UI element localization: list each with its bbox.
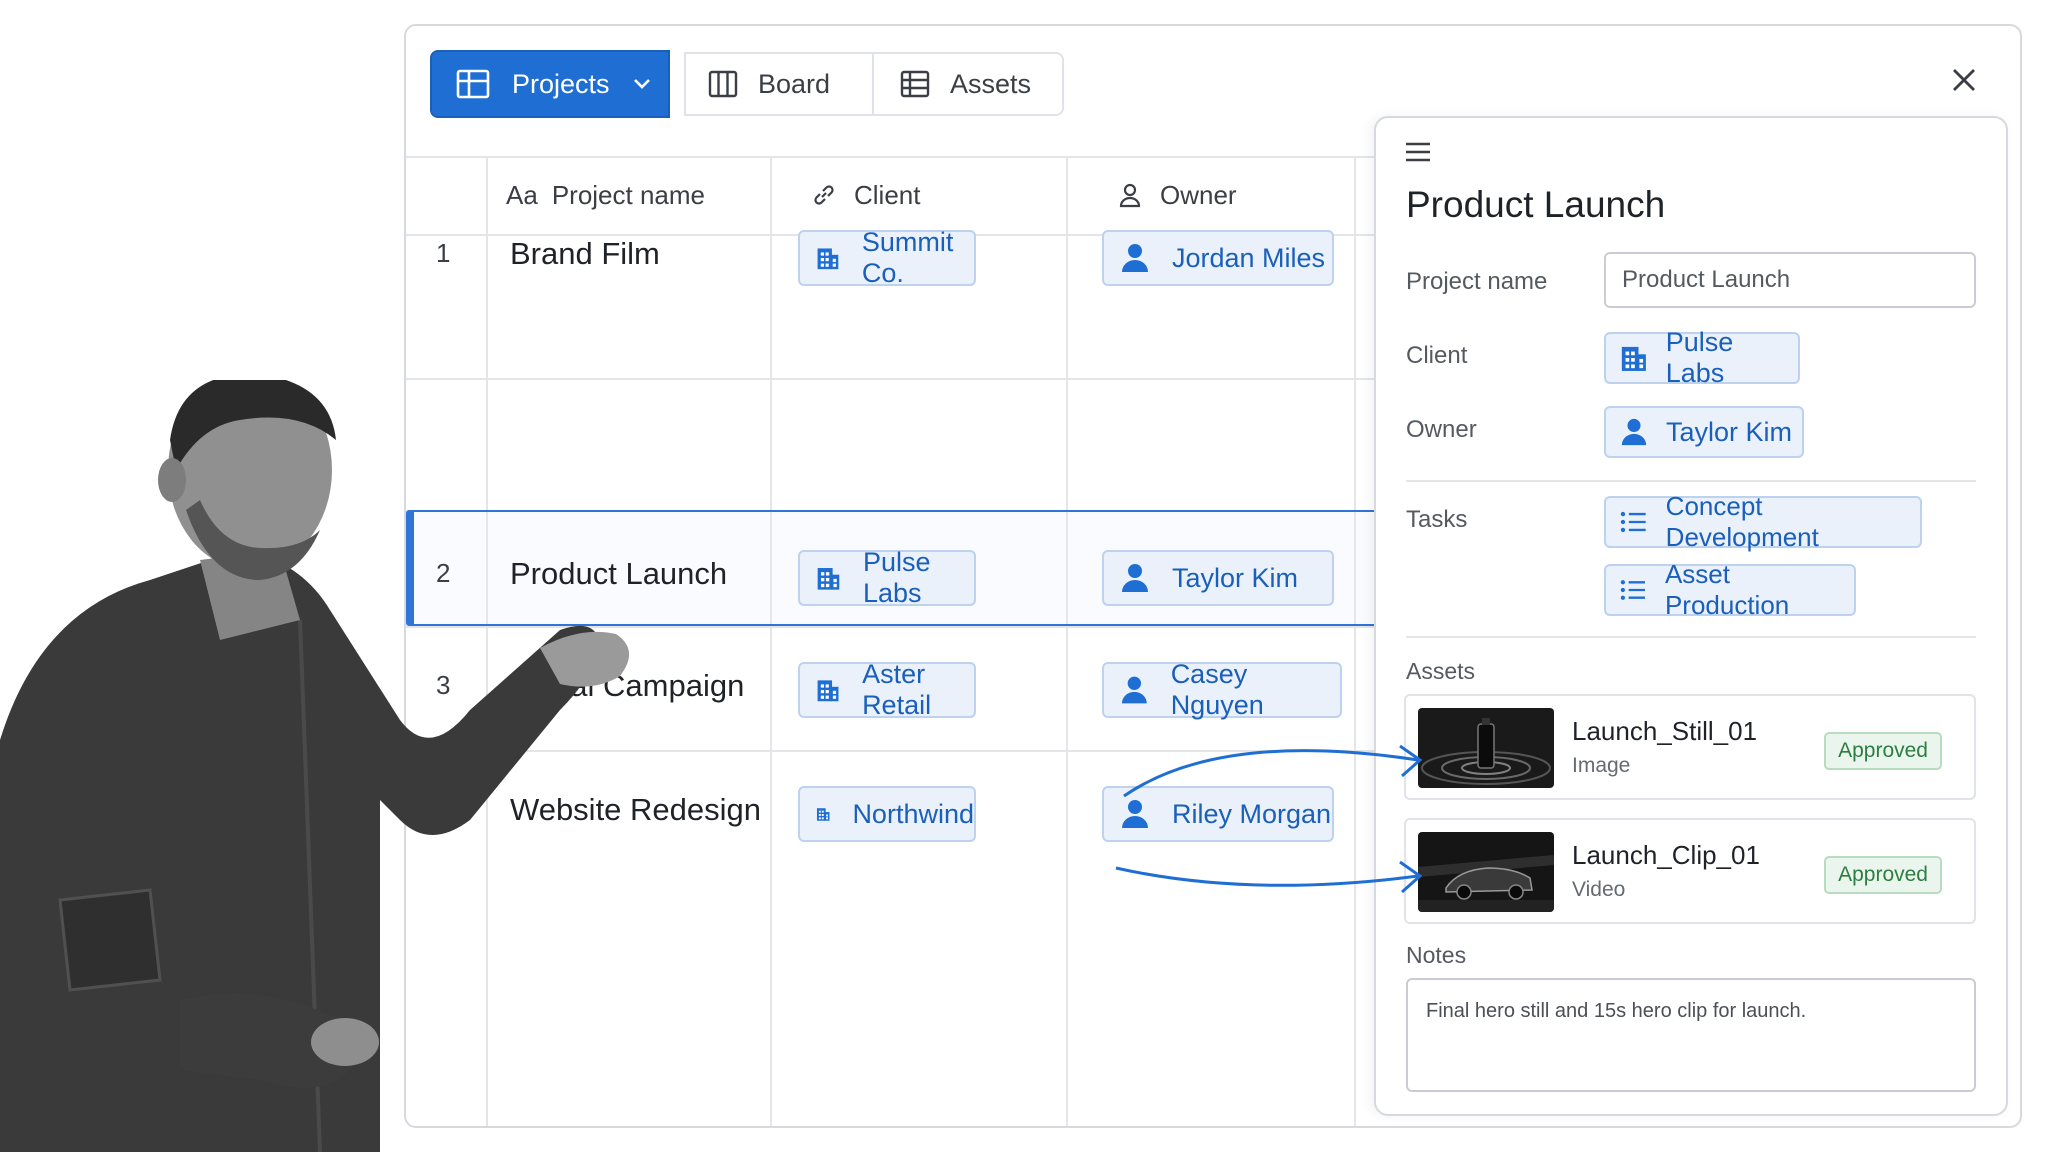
building-icon xyxy=(817,248,839,270)
view-tabs: Projects Board Assets xyxy=(430,50,1064,118)
tab-label: Board xyxy=(758,68,831,99)
list-icon xyxy=(1620,580,1646,600)
menu-icon[interactable] xyxy=(1404,140,1432,164)
link-icon xyxy=(814,185,834,205)
asset-card[interactable]: Launch_Clip_01 Video Approved xyxy=(1404,818,1976,924)
task-chip[interactable]: Asset Production xyxy=(1604,559,1856,620)
chip-label: Jordan Miles xyxy=(1172,242,1326,273)
assets-table-icon xyxy=(900,70,930,98)
chip-label: Asset Production xyxy=(1664,559,1790,620)
column-header-owner[interactable]: Owner xyxy=(1116,156,1237,234)
field-value: Product Launch xyxy=(1622,266,1791,293)
person-icon xyxy=(1121,676,1147,704)
table-icon xyxy=(456,69,490,99)
asset-type: Image xyxy=(1572,754,1631,777)
chip-label: Concept Development xyxy=(1665,491,1819,552)
list-icon xyxy=(1620,511,1646,533)
chip-label: Taylor Kim xyxy=(1172,562,1299,593)
chip-label: Northwind xyxy=(852,798,974,829)
status-badge: Approved xyxy=(1824,856,1942,894)
chevron-down-icon[interactable] xyxy=(632,77,652,91)
chip-label: Pulse Labs xyxy=(862,547,931,608)
close-icon[interactable] xyxy=(1946,62,1982,98)
tab-projects[interactable]: Projects xyxy=(430,50,670,118)
chip-label: Summit Co. xyxy=(861,227,954,288)
status-badge: Approved xyxy=(1824,732,1942,770)
client-chip[interactable]: Pulse Labs xyxy=(1604,327,1800,388)
panel-title: Product Launch xyxy=(1406,184,1666,225)
shirt-pocket xyxy=(58,888,162,992)
tab-board[interactable]: Board xyxy=(684,52,874,116)
ear xyxy=(158,458,186,502)
owner-chip[interactable]: Casey Nguyen xyxy=(1102,659,1342,720)
owner-chip[interactable]: Taylor Kim xyxy=(1102,550,1334,606)
field-label: Owner xyxy=(1406,416,1477,443)
client-chip[interactable]: Summit Co. xyxy=(798,227,976,288)
task-chip[interactable]: Concept Development xyxy=(1604,491,1922,552)
asset-type: Video xyxy=(1572,878,1626,901)
chip-label: Aster Retail xyxy=(862,659,932,720)
person-icon xyxy=(1122,564,1148,592)
hand xyxy=(311,1018,379,1066)
building-icon xyxy=(817,568,840,590)
row-number: 1 xyxy=(436,238,451,268)
owner-chip[interactable]: Taylor Kim xyxy=(1604,406,1804,458)
detail-panel: Product Launch Project name Product Laun… xyxy=(1374,116,2008,1116)
field-label: Client xyxy=(1406,342,1468,369)
grid-line xyxy=(1354,156,1356,1126)
client-chip[interactable]: Pulse Labs xyxy=(798,547,976,608)
column-header-label: Project name xyxy=(551,179,705,210)
chip-label: Taylor Kim xyxy=(1666,416,1793,447)
asset-name: Launch_Clip_01 xyxy=(1572,840,1760,870)
field-label: Assets xyxy=(1406,658,1476,684)
field-label: Notes xyxy=(1406,942,1467,968)
board-icon xyxy=(708,70,738,98)
field-label: Project name xyxy=(1406,268,1548,295)
grid-line xyxy=(770,156,772,1126)
notes-field[interactable]: Final hero still and 15s hero clip for l… xyxy=(1406,978,1976,1092)
person-icon xyxy=(1621,418,1647,446)
divider xyxy=(1406,480,1976,482)
column-header-project-name[interactable]: Aa Project name xyxy=(506,156,705,234)
client-chip[interactable]: Northwind xyxy=(798,786,976,842)
chip-label: Casey Nguyen xyxy=(1170,659,1264,720)
connector-arrows xyxy=(1115,744,1423,894)
building-icon xyxy=(817,680,839,702)
column-header-label: Client xyxy=(854,179,921,210)
tab-assets[interactable]: Assets xyxy=(874,52,1064,116)
divider xyxy=(1406,636,1976,638)
column-header-client[interactable]: Client xyxy=(810,156,920,234)
column-header-label: Owner xyxy=(1160,179,1237,210)
person-outline-icon xyxy=(1119,183,1141,208)
person-illustration xyxy=(0,380,630,1152)
notes-text: Final hero still and 15s hero clip for l… xyxy=(1426,1000,1807,1022)
asset-card[interactable]: Launch_Still_01 Image Approved xyxy=(1404,694,1976,800)
project-name-field[interactable]: Product Launch xyxy=(1604,252,1976,308)
building-icon xyxy=(816,808,830,821)
project-name-cell[interactable]: Brand Film xyxy=(510,236,660,272)
text-type-icon: Aa xyxy=(506,179,538,210)
grid-line xyxy=(1066,156,1068,1126)
person-icon xyxy=(1122,244,1148,272)
chip-label: Pulse Labs xyxy=(1665,327,1734,388)
tab-label: Assets xyxy=(950,68,1032,99)
field-label: Tasks xyxy=(1406,506,1468,533)
tab-label: Projects xyxy=(512,68,610,99)
building-icon xyxy=(1621,346,1646,371)
owner-chip[interactable]: Jordan Miles xyxy=(1102,230,1334,286)
client-chip[interactable]: Aster Retail xyxy=(798,659,976,720)
asset-name: Launch_Still_01 xyxy=(1572,716,1758,746)
